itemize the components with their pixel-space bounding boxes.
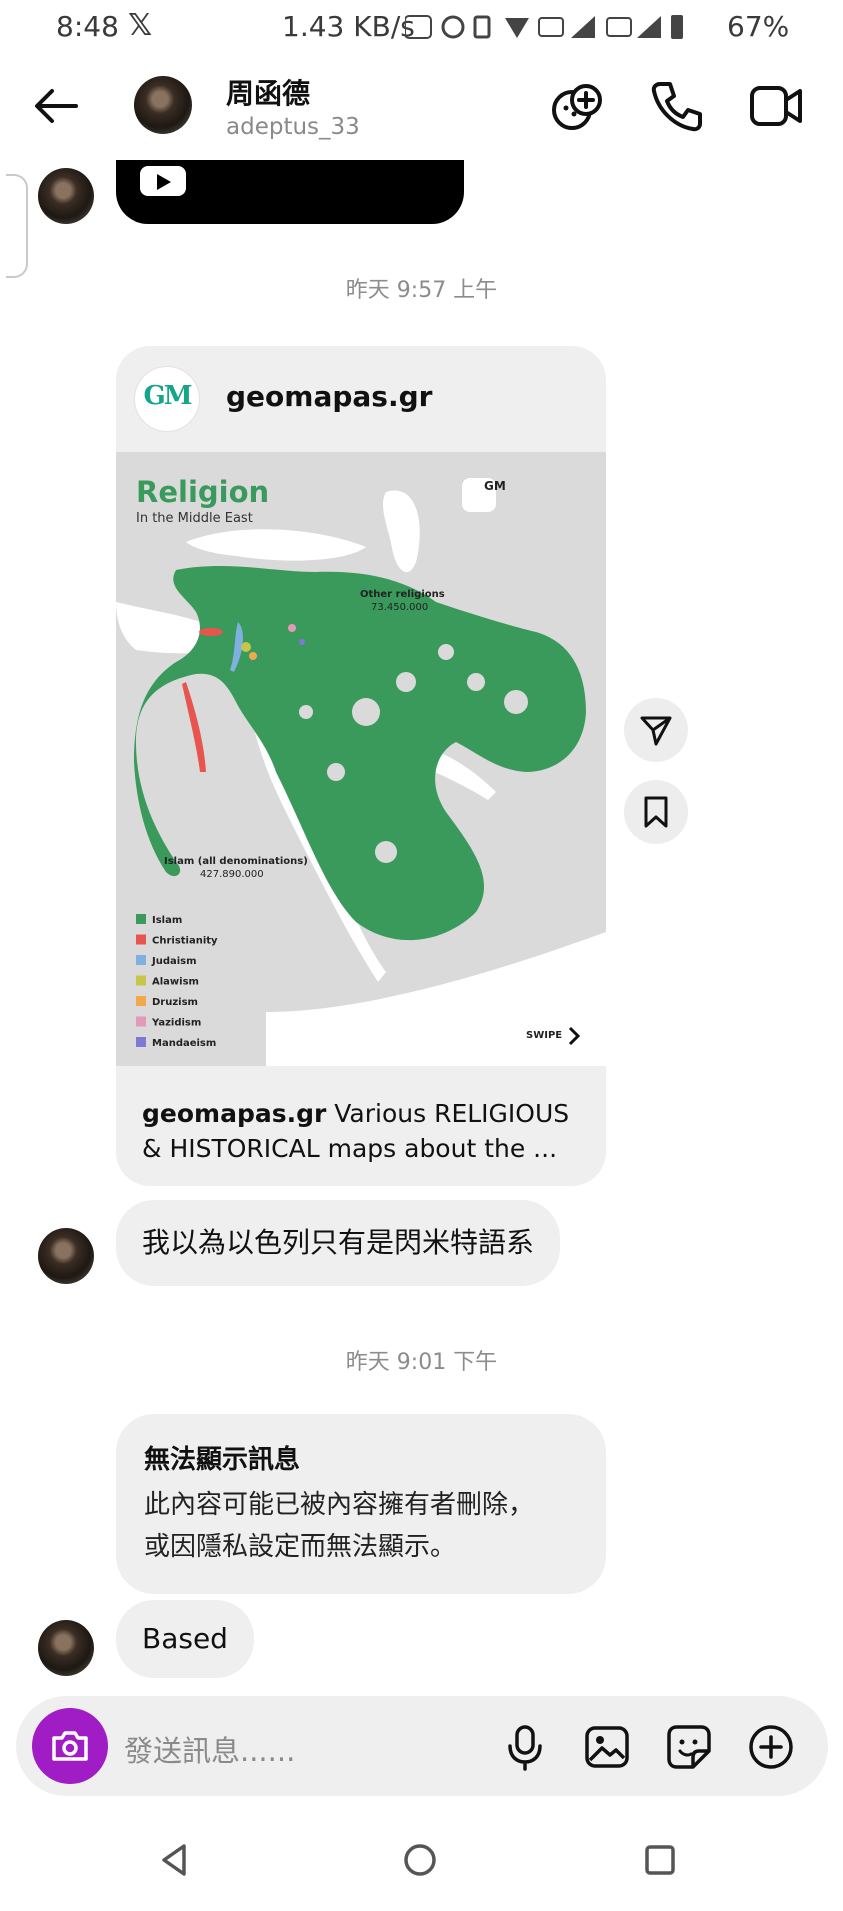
effects-icon [552,84,602,130]
plus-circle-icon [749,1725,793,1769]
image-icon [585,1726,629,1768]
legend-label: Mandaeism [152,1038,216,1049]
phone-icon [651,82,702,132]
status-icons [404,12,705,48]
message-bubble[interactable]: Based [116,1600,254,1678]
islam-value: 427.890.000 [200,869,264,880]
reply-indicator [6,174,28,278]
legend-swatch [136,996,146,1006]
gallery-button[interactable] [582,1722,632,1772]
triangle-back-icon [162,1844,186,1876]
legend-swatch [136,914,146,924]
battery-percent: 67% [727,10,790,43]
map-title: Religion [136,475,269,509]
unavailable-title: 無法顯示訊息 [144,1445,301,1475]
legend-swatch [136,1037,146,1047]
post-caption[interactable]: geomapas.gr Various RELIGIOUS & HISTORIC… [142,1096,582,1166]
other-religions-label: Other religions [360,589,445,600]
unavailable-message[interactable]: 無法顯示訊息 此內容可能已被內容擁有者刪除， 或因隱私設定而無法顯示。 [116,1414,606,1594]
status-bar: 8:48 𝕏 1.43 KB/s 67% [0,0,843,52]
legend-label: Christianity [152,936,218,947]
message-bubble[interactable]: 我以為以色列只有是閃米特語系 [116,1200,561,1286]
status-time: 8:48 [56,10,119,43]
caption-account: geomapas.gr [142,1099,327,1128]
legend-label: Yazidism [151,1018,201,1029]
send-icon [640,716,672,746]
nav-back-button[interactable] [144,1830,204,1890]
timestamp: 昨天 9:57 上午 [345,278,498,303]
signal-wifi-icons [404,15,683,39]
save-button[interactable] [624,780,688,844]
sender-avatar[interactable] [38,168,94,224]
sender-avatar[interactable] [38,1620,94,1676]
nav-recents-button[interactable] [630,1830,690,1890]
more-options-button[interactable] [746,1722,796,1772]
voice-call-button[interactable] [648,78,704,134]
legend-swatch [136,1016,146,1027]
account-logo[interactable]: GM [134,366,200,432]
legend-swatch [136,975,146,986]
contact-username[interactable]: adeptus_33 [226,114,360,140]
legend-label: Islam [152,915,182,926]
legend-label: Alawism [152,977,199,988]
circle-home-icon [404,1844,436,1876]
svg-text:GM: GM [484,479,506,493]
islam-label: Islam (all denominations) [164,856,308,867]
post-image-map[interactable]: GM Religion In the Middle East Other rel… [116,452,606,1066]
other-religions-value: 73.450.000 [371,602,428,613]
legend-label: Judaism [151,956,197,967]
timestamp: 昨天 9:01 下午 [345,1350,498,1375]
effects-button[interactable] [550,78,606,134]
religion-map: GM Religion In the Middle East Other rel… [116,452,606,1066]
network-speed: 1.43 KB/s [282,10,415,43]
contact-name[interactable]: 周函德 [226,72,310,112]
play-icon[interactable] [140,166,186,196]
camera-icon [52,1731,88,1761]
x-app-icon: 𝕏 [128,8,153,43]
nav-home-button[interactable] [390,1830,450,1890]
back-arrow-icon [35,89,78,123]
camera-button[interactable] [32,1708,108,1784]
legend-swatch [136,934,146,945]
unavailable-line-2: 或因隱私設定而無法顯示。 [144,1532,457,1562]
square-recents-icon [645,1845,675,1875]
bookmark-icon [644,796,668,828]
swipe-label: SWIPE [526,1030,562,1041]
sticker-button[interactable] [664,1722,714,1772]
sender-avatar[interactable] [38,1228,94,1284]
legend-swatch [136,955,146,965]
microphone-icon [508,1725,542,1771]
legend-label: Druzism [152,997,198,1008]
unavailable-line-1: 此內容可能已被內容擁有者刪除， [144,1490,535,1520]
video-camera-icon [750,86,802,126]
contact-avatar[interactable] [134,76,192,134]
video-call-button[interactable] [748,78,804,134]
map-subtitle: In the Middle East [136,511,253,526]
share-button[interactable] [624,698,688,762]
back-button[interactable] [32,86,80,126]
sticker-icon [667,1725,711,1769]
message-input[interactable]: 發送訊息...... [124,1728,295,1770]
post-account-name[interactable]: geomapas.gr [226,380,432,413]
voice-message-button[interactable] [500,1722,550,1772]
logo-text: GM [143,381,193,411]
